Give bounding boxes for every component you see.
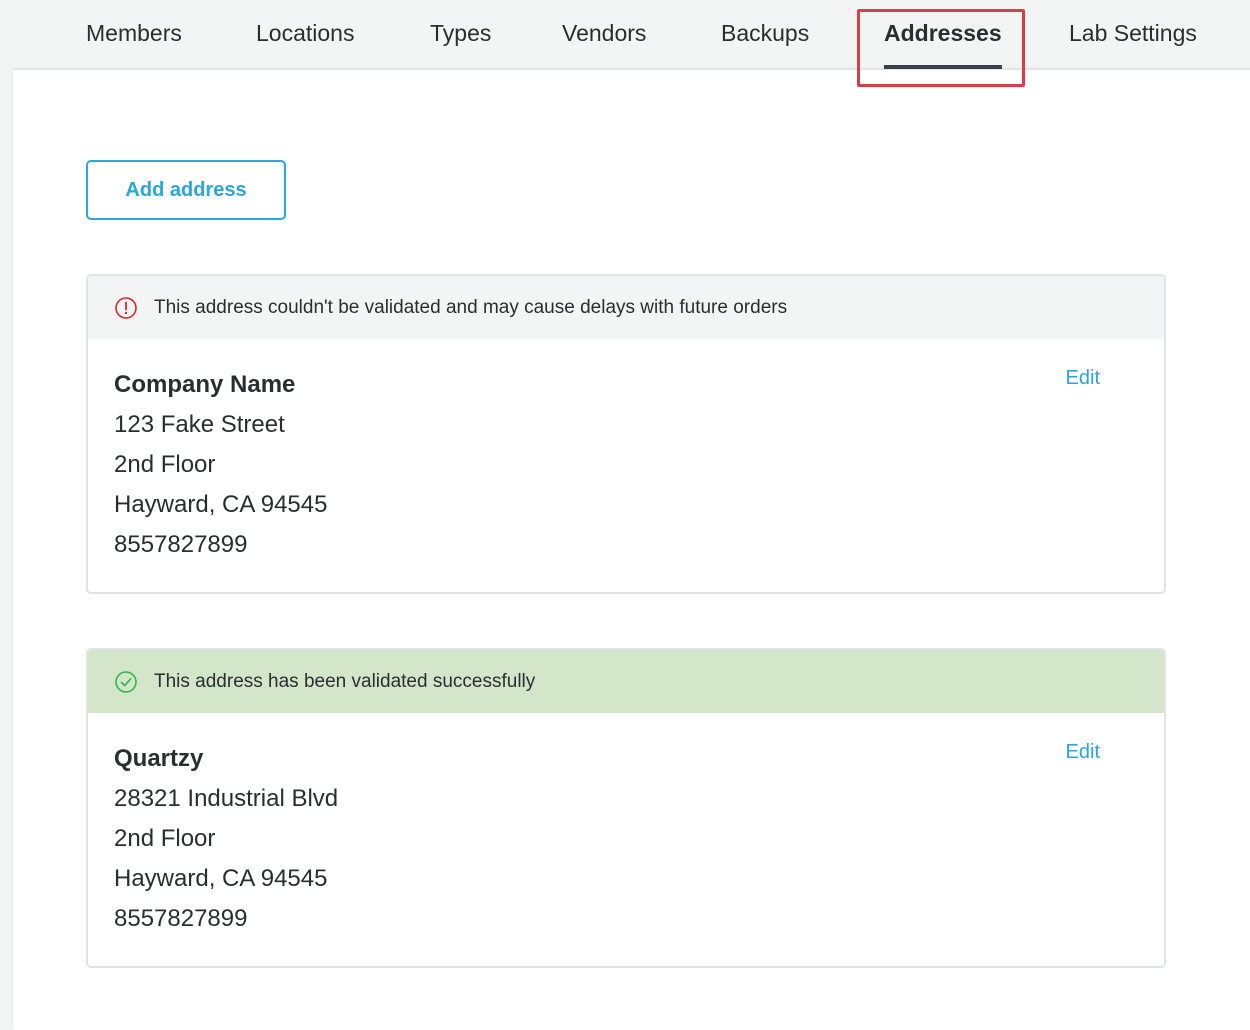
validation-message: This address has been validated successf…: [154, 670, 536, 692]
address-phone: 8557827899: [114, 531, 248, 558]
validation-message: This address couldn't be validated and m…: [154, 296, 788, 318]
tab-locations[interactable]: Locations: [256, 20, 354, 47]
address-phone: 8557827899: [114, 905, 248, 932]
tab-vendors[interactable]: Vendors: [562, 20, 646, 47]
validation-warning-banner: This address couldn't be validated and m…: [88, 276, 1164, 339]
address-street: 28321 Industrial Blvd: [114, 785, 339, 812]
edit-address-link[interactable]: Edit: [1066, 741, 1100, 764]
address-line2: 2nd Floor: [114, 451, 216, 478]
annotation-highlight-box: [857, 9, 1025, 87]
address-city-state-zip: Hayward, CA 94545: [114, 491, 328, 518]
address-name: Company Name: [114, 371, 296, 398]
tab-types[interactable]: Types: [430, 20, 491, 47]
address-line2: 2nd Floor: [114, 825, 216, 852]
edit-address-link[interactable]: Edit: [1066, 367, 1100, 390]
address-name: Quartzy: [114, 745, 204, 772]
address-street: 123 Fake Street: [114, 411, 285, 438]
tab-lab-settings[interactable]: Lab Settings: [1069, 20, 1197, 47]
add-address-button[interactable]: Add address: [86, 160, 286, 220]
check-circle-icon: [114, 670, 138, 694]
address-details: Quartzy 28321 Industrial Blvd 2nd Floor …: [88, 713, 1164, 965]
exclamation-circle-icon: [114, 296, 138, 320]
address-city-state-zip: Hayward, CA 94545: [114, 865, 328, 892]
address-card: This address has been validated successf…: [86, 648, 1166, 968]
address-details: Company Name 123 Fake Street 2nd Floor H…: [88, 339, 1164, 591]
settings-tab-bar: Members Locations Types Vendors Backups …: [0, 0, 1250, 70]
address-card: This address couldn't be validated and m…: [86, 274, 1166, 594]
validation-success-banner: This address has been validated successf…: [88, 650, 1164, 713]
tab-backups[interactable]: Backups: [721, 20, 809, 47]
tab-members[interactable]: Members: [86, 20, 182, 47]
